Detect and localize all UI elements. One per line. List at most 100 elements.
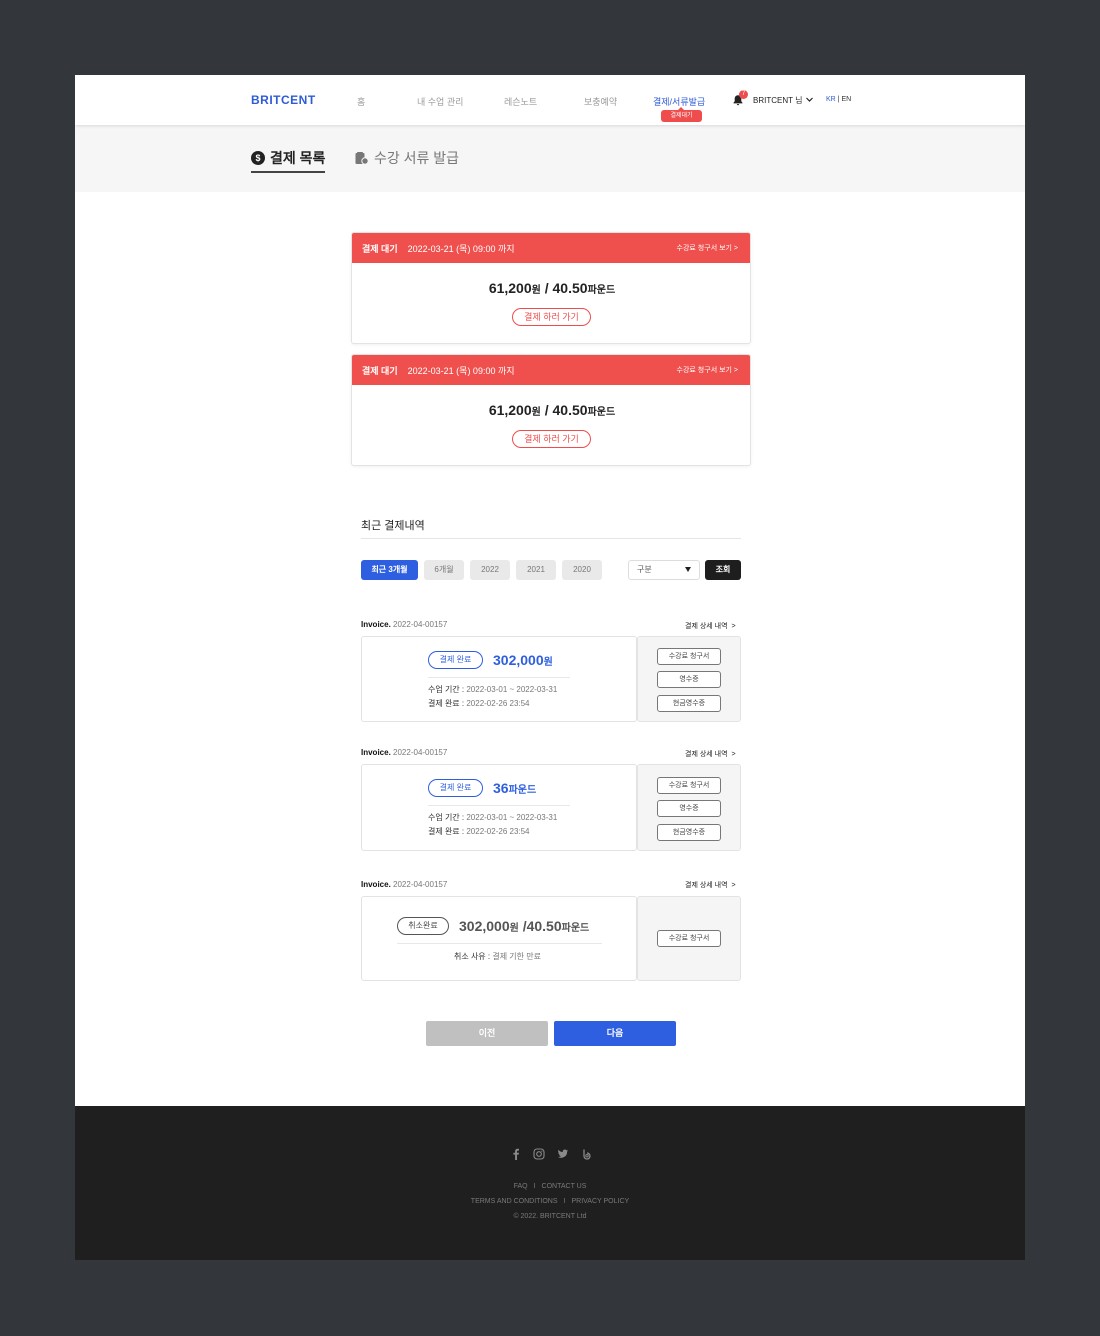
receipt-button[interactable]: 영수증 [657,800,721,817]
invoice-card: 결제 완료 302,000원 수업 기간 : 2022-03-01 ~ 2022… [361,636,637,722]
cancel-reason-label: 취소 사유 : [454,952,493,961]
filter-6-months[interactable]: 6개월 [424,560,464,580]
copyright: © 2022. BRITCENT Ltd [513,1213,587,1220]
status-badge: 결제 완료 [428,779,483,797]
contact-us-link[interactable]: CONTACT US [542,1183,587,1190]
period-label: 수업 기간 : [428,813,467,822]
document-buttons-panel: 수강료 청구서 [637,896,741,981]
cash-receipt-button[interactable]: 현금영수증 [657,824,721,841]
invoice-card: 취소완료 302,000원 /40.50파운드 취소 사유 : 결제 기한 만료 [361,896,637,981]
user-menu[interactable]: BRITCENT 님 [753,95,802,106]
category-select[interactable]: 구분 [628,560,700,580]
chevron-right-icon: > [731,623,736,630]
payment-detail-label: 결제 상세 내역 [685,882,728,889]
filter-recent-3-months[interactable]: 최근 3개월 [361,560,418,580]
status-badge: 취소완료 [397,917,449,935]
unit-krw: 원 [531,407,541,418]
chevron-down-icon[interactable] [805,95,814,104]
payment-detail-label: 결제 상세 내역 [685,623,728,630]
invoice-header: Invoice. 2022-04-00157 [361,748,447,757]
invoice-label: Invoice. [361,880,391,889]
payment-detail-link[interactable]: 결제 상세 내역 > [685,749,736,759]
invoice-price: 302,000원 [493,652,553,668]
invoice-divider [428,805,570,806]
nav-my-classes[interactable]: 내 수업 관리 [417,95,463,108]
instagram-icon[interactable] [533,1148,545,1160]
sub-navigation: $ 결제 목록 수강 서류 발급 [75,125,1025,192]
recent-payments-title: 최근 결제내역 [361,520,425,532]
invoice-number: 2022-04-00157 [393,620,448,629]
amount-krw: 61,200 [488,402,532,418]
amount-separator: / [540,280,553,296]
payment-detail-label: 결제 상세 내역 [685,751,728,758]
paid-label: 결제 완료 : [428,699,467,708]
tuition-invoice-button[interactable]: 수강료 청구서 [657,930,721,947]
pending-payment-badge: 결제대기 [661,107,702,122]
tab-payment-list[interactable]: $ 결제 목록 [251,149,326,173]
go-to-payment-button[interactable]: 결제 하러 가기 [512,308,591,326]
section-divider [361,538,741,539]
filter-2020[interactable]: 2020 [562,560,602,580]
page-frame: BRITCENT 홈 내 수업 관리 레슨노트 보충예약 결제/서류발급 결제대… [75,75,1025,1260]
pending-payment-card: 결제 대기 2022-03-21 (목) 09:00 까지 수강료 청구서 보기… [351,232,751,344]
filter-2021[interactable]: 2021 [516,560,556,580]
price-value: 36 [493,780,509,796]
amount-gbp: 40.50 [552,402,588,418]
lang-kr[interactable]: KR [826,96,836,103]
document-buttons-panel: 수강료 청구서 영수증 현금영수증 [637,636,741,722]
go-to-payment-button[interactable]: 결제 하러 가기 [512,430,591,448]
footer-separator: I [533,1183,536,1190]
invoice-divider [397,943,602,944]
invoice-meta: 수업 기간 : 2022-03-01 ~ 2022-03-31 결제 완료 : … [428,683,557,711]
nav-lesson-notes[interactable]: 레슨노트 [504,95,537,108]
invoice-number: 2022-04-00157 [393,748,448,757]
tab-payment-list-label: 결제 목록 [270,150,326,166]
unit-krw: 원 [531,285,541,296]
tuition-invoice-button[interactable]: 수강료 청구서 [657,648,721,665]
view-invoice-link[interactable]: 수강료 청구서 보기 > [677,243,738,253]
dropdown-arrow-icon [685,567,691,572]
search-button[interactable]: 조회 [705,560,741,580]
faq-link[interactable]: FAQ [514,1183,528,1190]
twitter-icon[interactable] [557,1148,569,1160]
period-label: 수업 기간 : [428,685,467,694]
cash-receipt-button[interactable]: 현금영수증 [657,695,721,712]
next-button[interactable]: 다음 [554,1021,676,1046]
terms-link[interactable]: TERMS AND CONDITIONS [471,1198,558,1205]
unit-gbp: 파운드 [587,407,616,418]
payment-detail-link[interactable]: 결제 상세 내역 > [685,621,736,631]
paid-value: 2022-02-26 23:54 [466,827,530,836]
previous-button[interactable]: 이전 [426,1021,548,1046]
blog-icon[interactable] [581,1148,593,1160]
invoice-divider [428,677,570,678]
document-icon [355,152,369,165]
nav-home[interactable]: 홈 [357,95,365,108]
filter-2022[interactable]: 2022 [470,560,510,580]
nav-makeup-booking[interactable]: 보충예약 [584,95,617,108]
tab-document-issue[interactable]: 수강 서류 발급 [355,149,459,167]
lang-en[interactable]: EN [841,96,851,103]
amount-gbp: 40.50 [552,280,588,296]
invoice-meta: 수업 기간 : 2022-03-01 ~ 2022-03-31 결제 완료 : … [428,811,557,839]
facebook-icon[interactable] [510,1148,522,1160]
britcent-logo[interactable]: BRITCENT [251,93,316,107]
status-badge: 결제 완료 [428,651,483,669]
document-buttons-panel: 수강료 청구서 영수증 현금영수증 [637,764,741,851]
payment-deadline: 2022-03-21 (목) 09:00 까지 [407,365,515,376]
footer: FAQ I CONTACT US TERMS AND CONDITIONS I PRIV… [75,1106,1025,1260]
price-value-gbp: /40.50 [518,918,562,934]
receipt-button[interactable]: 영수증 [657,671,721,688]
amount-krw: 61,200 [488,280,532,296]
amount-separator: / [540,402,553,418]
payment-detail-link[interactable]: 결제 상세 내역 > [685,880,736,890]
price-unit: 원 [543,657,553,668]
privacy-link[interactable]: PRIVACY POLICY [571,1198,629,1205]
language-switch: KR | EN [826,96,851,103]
notification-count-badge: 7 [739,90,748,99]
tuition-invoice-button[interactable]: 수강료 청구서 [657,777,721,794]
chevron-right-icon: > [731,751,736,758]
chevron-right-icon: > [731,882,736,889]
invoice-card: 결제 완료 36파운드 수업 기간 : 2022-03-01 ~ 2022-03… [361,764,637,851]
view-invoice-link[interactable]: 수강료 청구서 보기 > [677,365,738,375]
paid-label: 결제 완료 : [428,827,467,836]
